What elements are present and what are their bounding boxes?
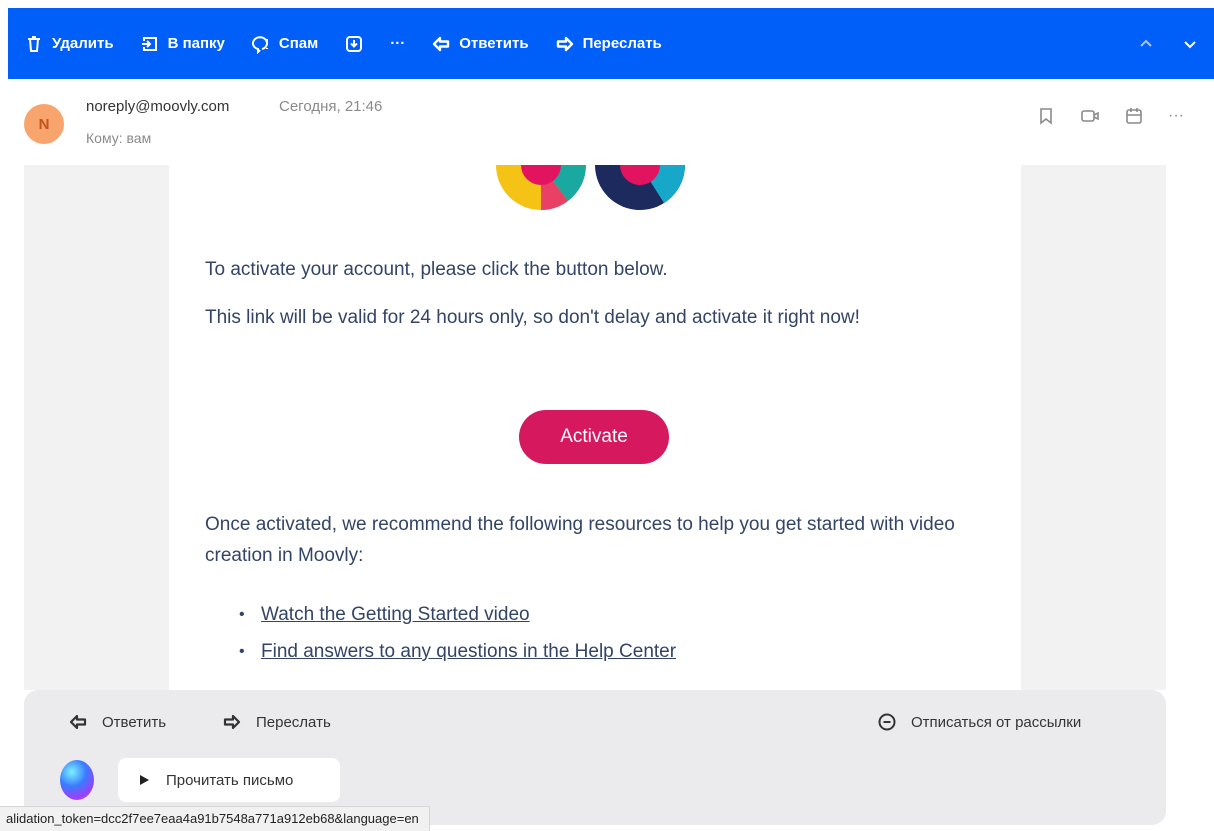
- chevron-down-icon[interactable]: [1182, 36, 1198, 52]
- forward-button[interactable]: Переслать: [555, 34, 662, 54]
- moovly-logo: [484, 165, 702, 212]
- trash-icon: [28, 35, 40, 52]
- reply-button[interactable]: Ответить: [431, 34, 529, 54]
- activate-button[interactable]: Activate: [519, 410, 669, 464]
- getting-started-video-link[interactable]: Watch the Getting Started video: [261, 604, 530, 625]
- activation-instruction: To activate your account, please click t…: [205, 259, 668, 280]
- calendar-icon[interactable]: [1124, 106, 1144, 126]
- spam-icon: [251, 35, 268, 54]
- reply-panel: Ответить Переслать Отписаться от рассылк…: [24, 690, 1166, 825]
- reply-label: Ответить: [459, 35, 529, 52]
- archive-icon: [346, 35, 363, 52]
- move-label: В папку: [167, 35, 225, 52]
- validity-notice: This link will be valid for 24 hours onl…: [205, 307, 860, 328]
- play-icon: [140, 775, 149, 785]
- message-date: Сегодня, 21:46: [279, 98, 383, 115]
- reply-icon: [69, 714, 87, 730]
- avatar-letter: N: [38, 115, 50, 133]
- list-item: Watch the Getting Started video: [205, 596, 676, 633]
- read-letter-label: Прочитать письмо: [166, 771, 294, 789]
- more-actions-button[interactable]: ···: [390, 35, 405, 52]
- forward-label: Переслать: [582, 35, 662, 52]
- resources-intro: Once activated, we recommend the followi…: [205, 514, 955, 566]
- sender-email[interactable]: noreply@moovly.com: [86, 98, 229, 115]
- footer-forward-label: Переслать: [256, 713, 331, 731]
- chevron-up-icon[interactable]: [1138, 36, 1154, 52]
- header-more-button[interactable]: ···: [1168, 107, 1184, 125]
- help-center-link[interactable]: Find answers to any questions in the Hel…: [261, 641, 676, 662]
- move-folder-icon: [141, 36, 157, 51]
- header-actions: ···: [1036, 106, 1184, 126]
- sender-avatar[interactable]: N: [24, 104, 64, 144]
- footer-reply-label: Ответить: [102, 713, 167, 731]
- footer-forward-button[interactable]: Переслать: [222, 712, 331, 732]
- archive-button[interactable]: [344, 34, 364, 54]
- minus-circle-icon: [878, 713, 896, 731]
- move-to-folder-button[interactable]: В папку: [140, 34, 225, 54]
- more-actions-label: ···: [390, 35, 406, 52]
- delete-label: Удалить: [52, 35, 114, 52]
- spam-label: Спам: [278, 35, 319, 52]
- list-item: Find answers to any questions in the Hel…: [205, 633, 676, 670]
- spam-button[interactable]: Спам: [251, 34, 318, 54]
- unsubscribe-button[interactable]: Отписаться от рассылки: [877, 712, 1081, 732]
- recipient-line: Кому: вам: [86, 130, 152, 146]
- email-body-viewport: To activate your account, please click t…: [24, 165, 1166, 690]
- footer-reply-button[interactable]: Ответить: [68, 712, 166, 732]
- delete-button[interactable]: Удалить: [24, 34, 114, 54]
- read-letter-button[interactable]: Прочитать письмо: [118, 758, 340, 802]
- reply-icon: [433, 36, 450, 51]
- mail-toolbar: Удалить В папку Спам ··· Ответить Пересл…: [8, 8, 1214, 79]
- email-content: To activate your account, please click t…: [169, 165, 1021, 690]
- forward-icon: [556, 36, 573, 51]
- moovly-logo-graphic: [496, 165, 685, 210]
- bookmark-icon[interactable]: [1036, 106, 1056, 126]
- forward-icon: [223, 714, 241, 730]
- assistant-orb-icon[interactable]: [60, 760, 94, 800]
- toolbar-nav: [1138, 8, 1198, 79]
- resources-list: Watch the Getting Started video Find ans…: [205, 596, 676, 670]
- unsubscribe-label: Отписаться от рассылки: [911, 713, 1082, 731]
- status-bar-url: alidation_token=dcc2f7ee7eaa4a91b7548a77…: [0, 806, 430, 831]
- video-call-icon[interactable]: [1080, 106, 1100, 126]
- activate-label: Activate: [560, 426, 628, 447]
